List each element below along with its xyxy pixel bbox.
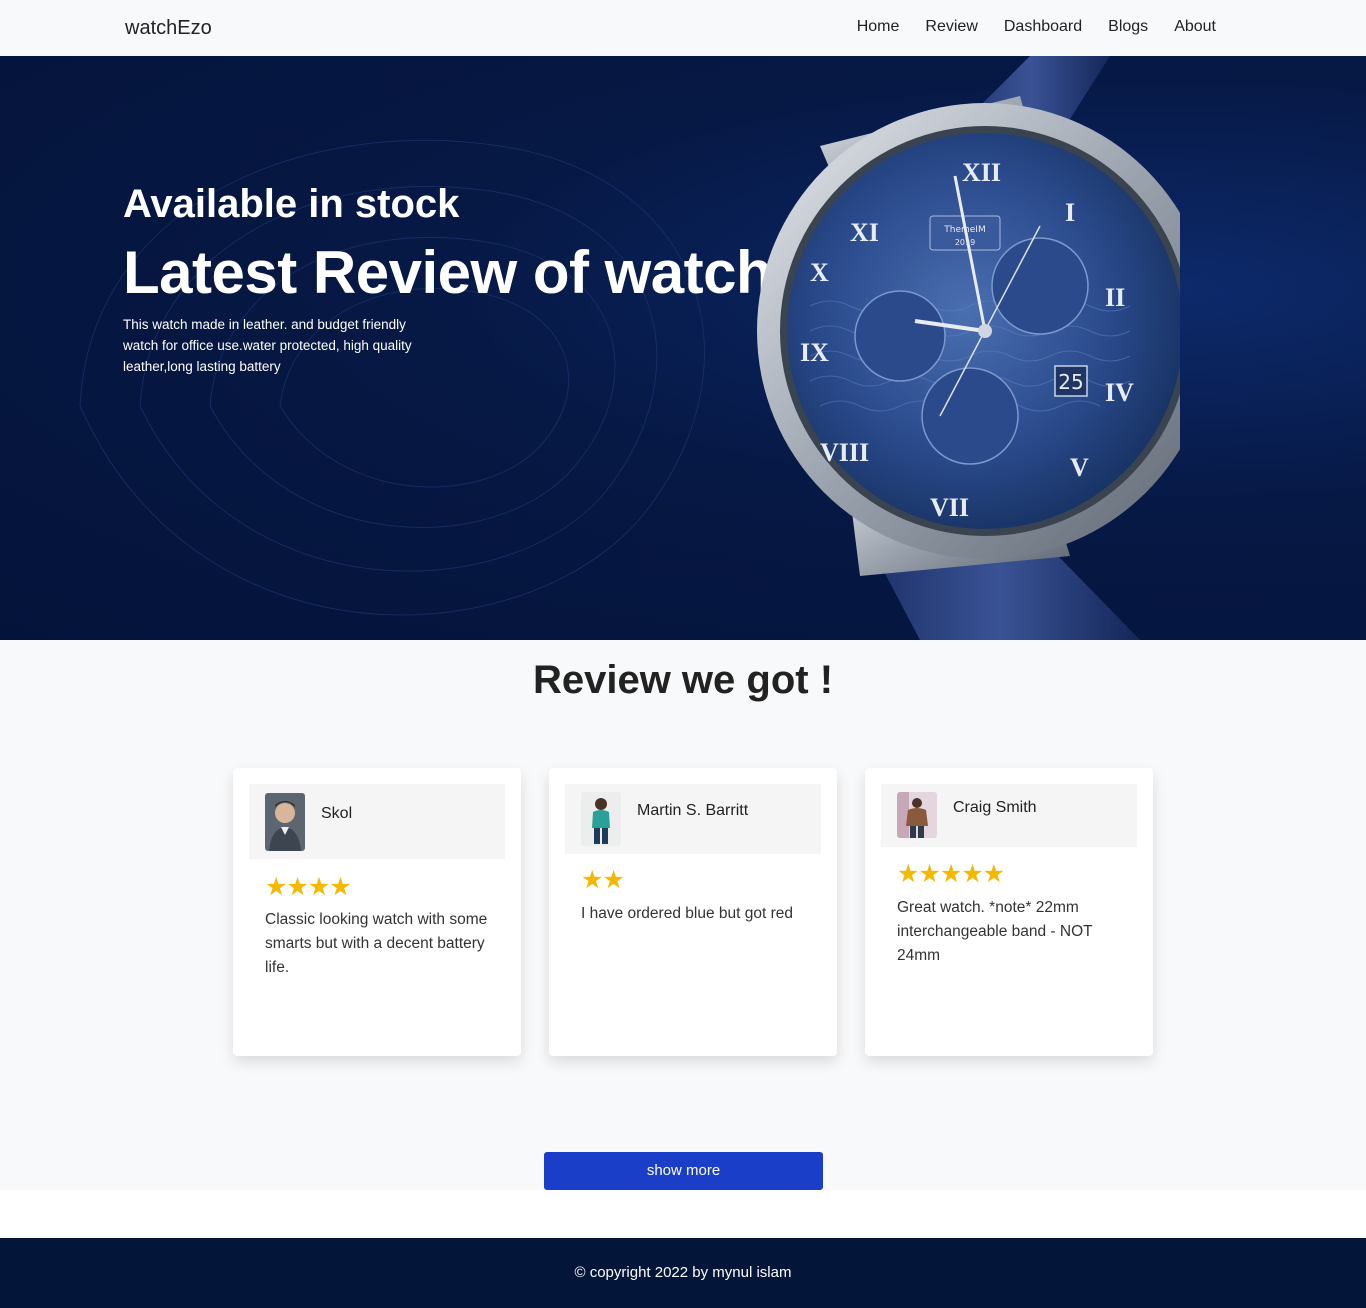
nav-link-home[interactable]: Home xyxy=(857,18,900,36)
review-card-header: Skol xyxy=(249,784,505,859)
svg-text:VIII: VIII xyxy=(820,438,869,467)
rating-stars: ★★ xyxy=(581,866,625,894)
copyright-text: © copyright 2022 by mynul islam xyxy=(574,1264,792,1281)
review-card: Skol ★★★★ Classic looking watch with som… xyxy=(233,768,521,1056)
review-text: I have ordered blue but got red xyxy=(581,905,793,922)
show-more-button[interactable]: show more xyxy=(544,1152,823,1190)
hero-banner: Available in stock Latest Review of watc… xyxy=(0,56,1366,640)
review-card: Martin S. Barritt ★★ I have ordered blue… xyxy=(549,768,837,1056)
svg-text:X: X xyxy=(810,258,829,287)
avatar xyxy=(581,792,621,846)
svg-text:VII: VII xyxy=(930,493,969,522)
reviewer-name: Craig Smith xyxy=(953,799,1037,816)
reviewer-name: Skol xyxy=(321,805,353,822)
navbar: watchEzo Home Review Dashboard Blogs Abo… xyxy=(0,0,1366,56)
svg-text:II: II xyxy=(1105,283,1125,312)
hero-subtitle: Available in stock xyxy=(123,182,460,226)
svg-text:I: I xyxy=(1065,198,1075,227)
nav-links: Home Review Dashboard Blogs About xyxy=(831,18,1216,36)
watch-date-text: 25 xyxy=(1058,370,1083,394)
section-divider xyxy=(0,1190,1366,1238)
brand-logo[interactable]: watchEzo xyxy=(125,17,212,40)
review-card: Craig Smith ★★★★★ Great watch. *note* 22… xyxy=(865,768,1153,1056)
svg-text:XI: XI xyxy=(850,218,879,247)
svg-text:IV: IV xyxy=(1105,378,1134,407)
nav-link-blogs[interactable]: Blogs xyxy=(1108,18,1148,36)
rating-stars: ★★★★ xyxy=(265,873,352,901)
reviewer-name: Martin S. Barritt xyxy=(637,802,749,819)
review-text: Great watch. *note* 22mm interchangeable… xyxy=(897,899,1093,964)
review-card-header: Martin S. Barritt xyxy=(565,784,821,854)
hero-description: This watch made in leather. and budget f… xyxy=(123,317,412,374)
review-text: Classic looking watch with some smarts b… xyxy=(265,911,488,976)
rating-stars: ★★★★★ xyxy=(897,860,1005,888)
reviews-heading: Review we got ! xyxy=(532,658,834,702)
nav-link-dashboard[interactable]: Dashboard xyxy=(1004,18,1082,36)
review-card-header: Craig Smith xyxy=(881,784,1137,847)
watch-image: XI XII I II IV V VII VIII IX X ThemeIM 2… xyxy=(757,56,1180,640)
svg-text:XII: XII xyxy=(962,158,1001,187)
svg-text:IX: IX xyxy=(800,338,829,367)
avatar xyxy=(897,792,937,838)
avatar xyxy=(265,793,305,851)
footer: © copyright 2022 by mynul islam xyxy=(0,1238,1366,1308)
hero-title: Latest Review of watch xyxy=(123,239,773,306)
svg-text:V: V xyxy=(1070,453,1089,482)
nav-link-review[interactable]: Review xyxy=(925,18,977,36)
watch-year-text: 2019 xyxy=(955,238,975,247)
nav-link-about[interactable]: About xyxy=(1174,18,1216,36)
